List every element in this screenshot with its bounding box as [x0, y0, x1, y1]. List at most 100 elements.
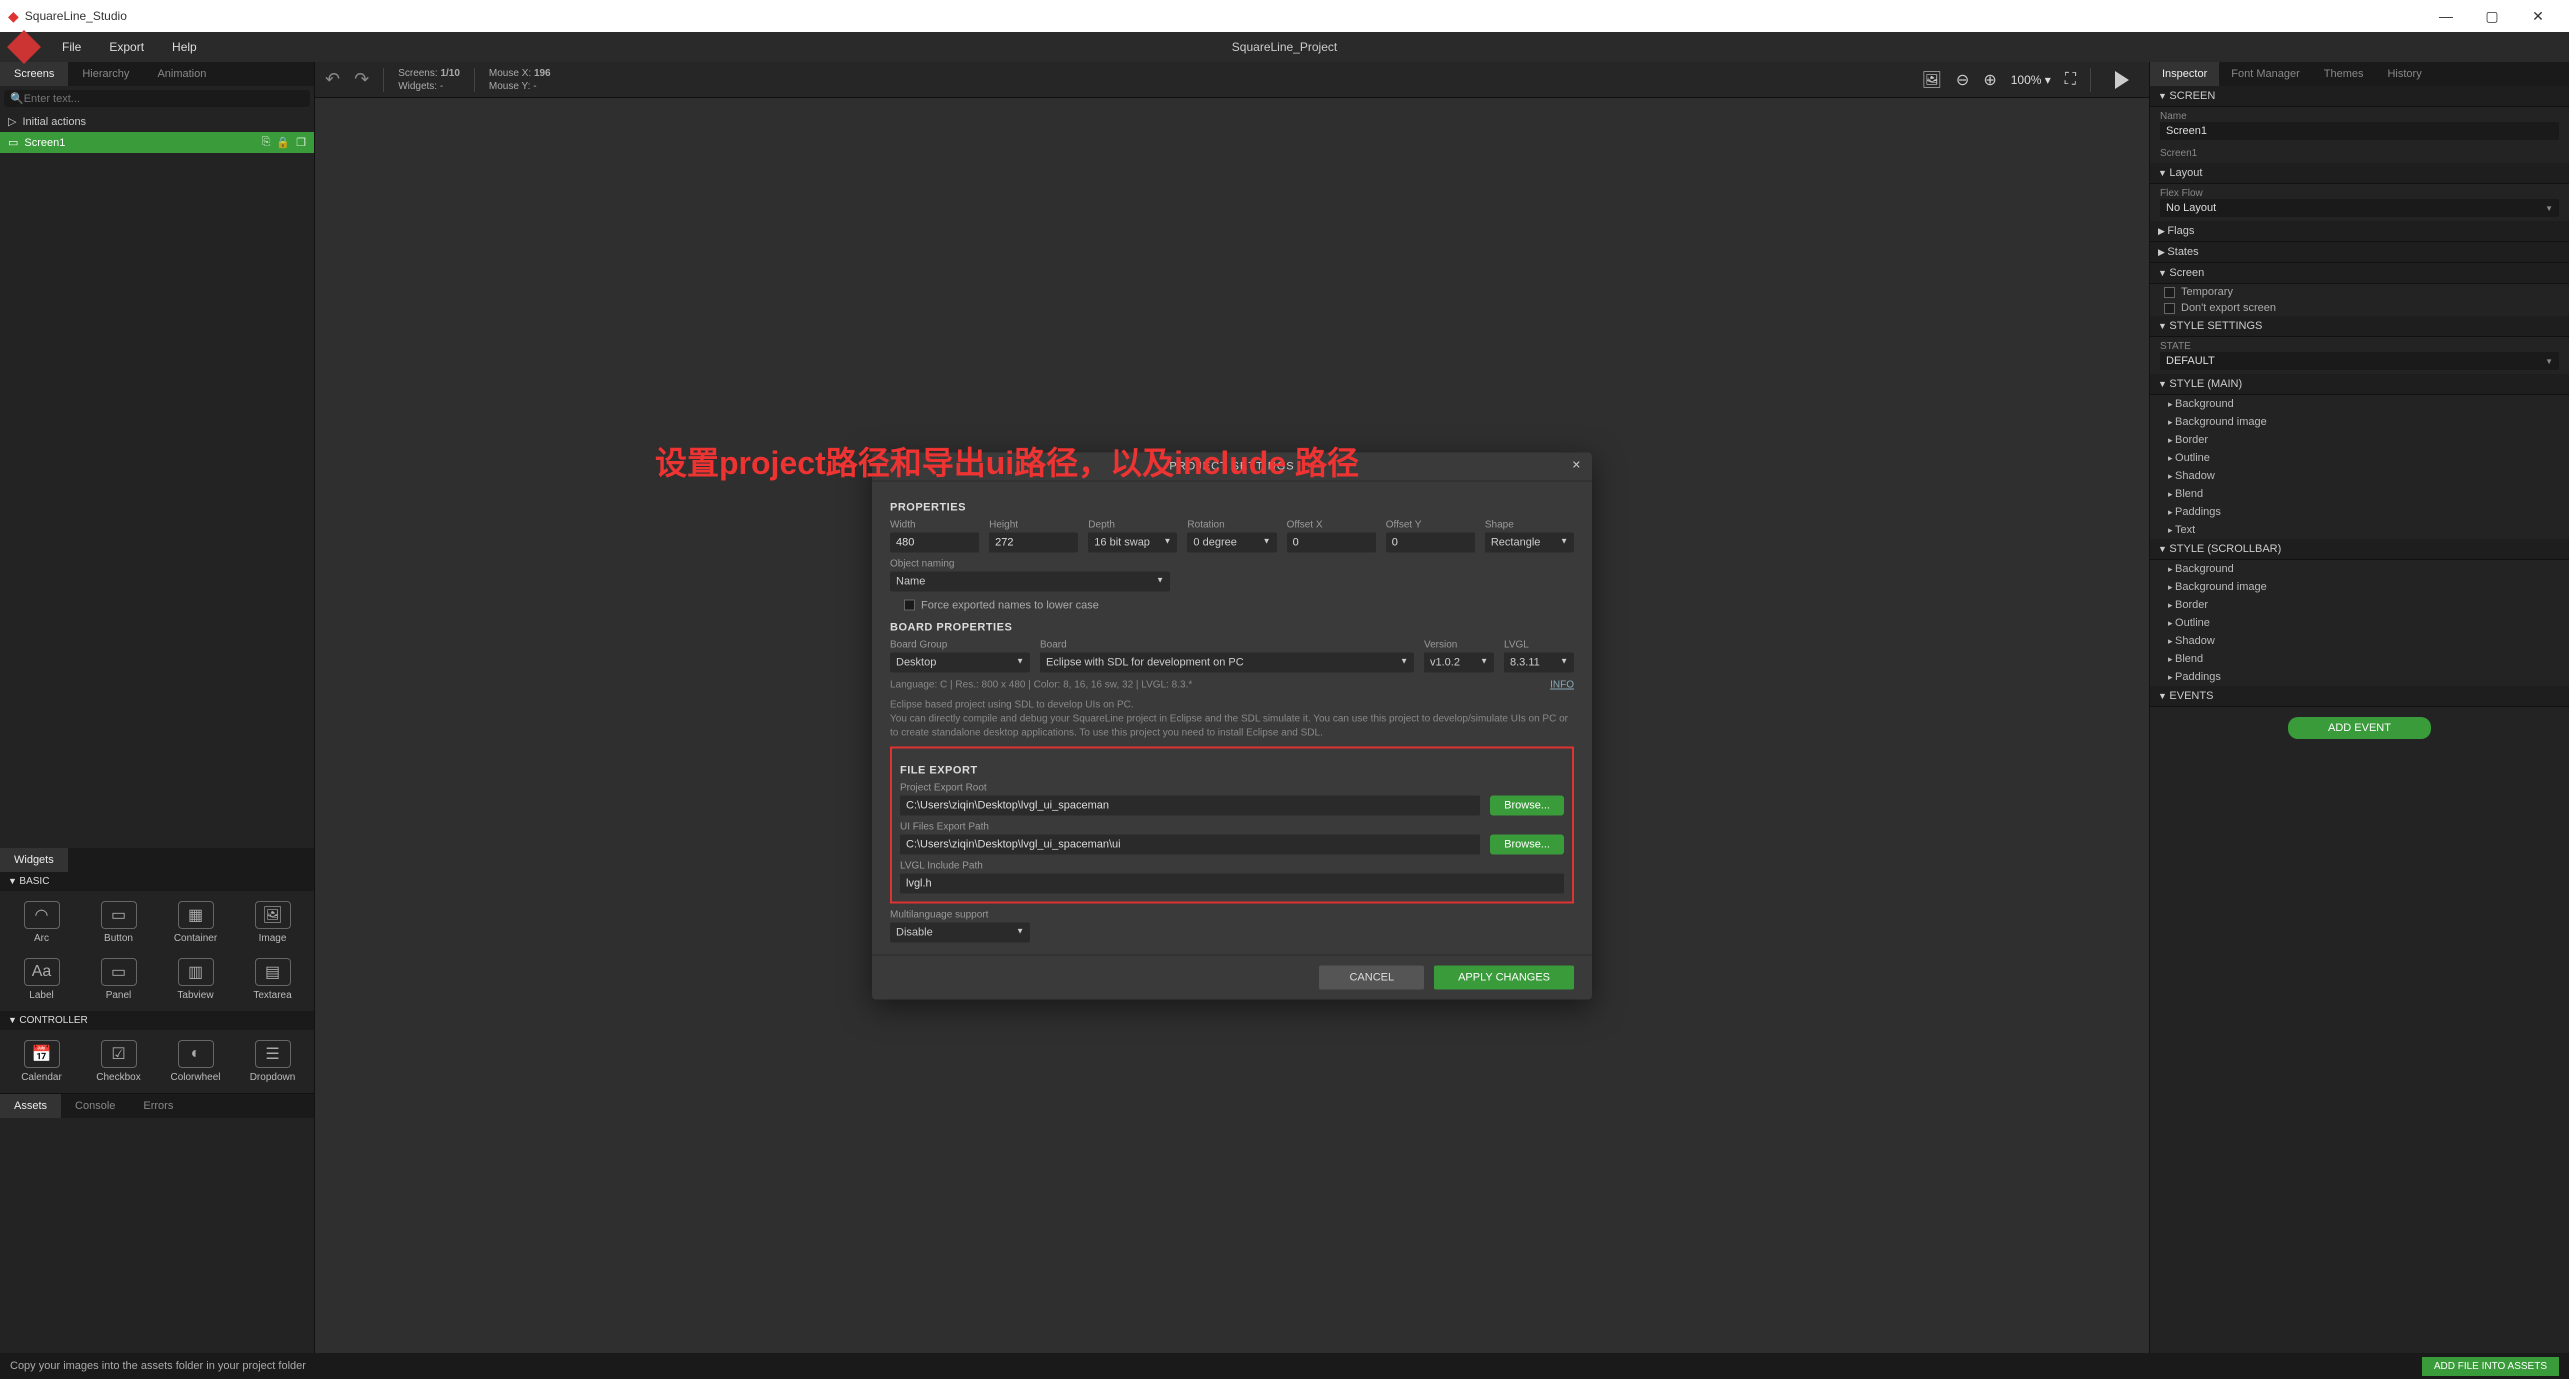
state-dropdown[interactable]: DEFAULT [2160, 352, 2559, 370]
version-dropdown[interactable]: v1.0.2 [1424, 652, 1494, 672]
widget-tabview[interactable]: ▥Tabview [158, 952, 233, 1007]
layout-section[interactable]: Layout [2150, 163, 2569, 184]
style-outline[interactable]: Outline [2150, 449, 2569, 467]
maximize-button[interactable]: ▢ [2469, 8, 2515, 25]
style-background-image[interactable]: Background image [2150, 413, 2569, 431]
tree-screen1[interactable]: ▭ Screen1 ⎘ 🔒 ❐ [0, 132, 314, 153]
include-path-input[interactable] [900, 873, 1564, 893]
events-section[interactable]: EVENTS [2150, 686, 2569, 707]
widget-arc[interactable]: ◠Arc [4, 895, 79, 950]
style-background[interactable]: Background [2150, 560, 2569, 578]
close-button[interactable]: ✕ [2515, 8, 2561, 25]
style-outline[interactable]: Outline [2150, 614, 2569, 632]
tab-inspector[interactable]: Inspector [2150, 62, 2219, 86]
redo-button[interactable]: ↷ [354, 69, 369, 90]
info-link[interactable]: INFO [1550, 678, 1574, 692]
name-input[interactable] [2160, 122, 2559, 140]
modal-close-icon[interactable]: ✕ [1572, 458, 1582, 471]
menu-file[interactable]: File [48, 40, 95, 54]
style-shadow[interactable]: Shadow [2150, 632, 2569, 650]
browse-root-button[interactable]: Browse... [1490, 795, 1564, 815]
multilang-dropdown[interactable]: Disable [890, 922, 1030, 942]
ui-path-input[interactable] [900, 834, 1480, 854]
tab-errors[interactable]: Errors [129, 1094, 187, 1118]
minimize-button[interactable]: — [2423, 8, 2469, 24]
flexflow-dropdown[interactable]: No Layout [2160, 199, 2559, 217]
widget-label[interactable]: AaLabel [4, 952, 79, 1007]
cancel-button[interactable]: CANCEL [1319, 965, 1424, 989]
style-blend[interactable]: Blend [2150, 485, 2569, 503]
boardgroup-dropdown[interactable]: Desktop [890, 652, 1030, 672]
height-input[interactable] [989, 532, 1078, 552]
tab-hierarchy[interactable]: Hierarchy [68, 62, 143, 86]
offsety-input[interactable] [1386, 532, 1475, 552]
offsetx-input[interactable] [1287, 532, 1376, 552]
copy-icon[interactable]: ⎘ [262, 136, 271, 149]
widget-image[interactable]: 🖼Image [235, 895, 310, 950]
lvgl-dropdown[interactable]: 8.3.11 [1504, 652, 1574, 672]
temporary-checkbox[interactable]: Temporary [2150, 284, 2569, 300]
widget-container[interactable]: ▦Container [158, 895, 233, 950]
widgets-basic-header[interactable]: BASIC [0, 872, 314, 891]
noexport-checkbox[interactable]: Don't export screen [2150, 300, 2569, 316]
screen-section[interactable]: SCREEN [2150, 86, 2569, 107]
style-paddings[interactable]: Paddings [2150, 668, 2569, 686]
tab-assets[interactable]: Assets [0, 1094, 61, 1118]
play-button[interactable] [2115, 71, 2129, 89]
widget-colorwheel[interactable]: ◐Colorwheel [158, 1034, 233, 1089]
tab-console[interactable]: Console [61, 1094, 129, 1118]
image-icon[interactable]: 🖼 [1922, 70, 1942, 90]
force-lowercase-checkbox[interactable]: Force exported names to lower case [890, 597, 1574, 613]
width-input[interactable] [890, 532, 979, 552]
style-main-section[interactable]: STYLE (MAIN) [2150, 374, 2569, 395]
browse-ui-button[interactable]: Browse... [1490, 834, 1564, 854]
tab-fontmanager[interactable]: Font Manager [2219, 62, 2311, 86]
flags-section[interactable]: Flags [2150, 221, 2569, 242]
objname-dropdown[interactable]: Name [890, 571, 1170, 591]
rotation-dropdown[interactable]: 0 degree [1187, 532, 1276, 552]
depth-dropdown[interactable]: 16 bit swap [1088, 532, 1177, 552]
project-root-input[interactable] [900, 795, 1480, 815]
zoom-in-icon[interactable]: ⊕ [1983, 70, 1996, 90]
apply-button[interactable]: APPLY CHANGES [1434, 965, 1574, 989]
style-background-image[interactable]: Background image [2150, 578, 2569, 596]
menu-export[interactable]: Export [95, 40, 158, 54]
style-shadow[interactable]: Shadow [2150, 467, 2569, 485]
screen-sub-section[interactable]: Screen [2150, 263, 2569, 284]
menu-help[interactable]: Help [158, 40, 211, 54]
tab-widgets[interactable]: Widgets [0, 848, 68, 872]
widget-dropdown[interactable]: ☰Dropdown [235, 1034, 310, 1089]
board-dropdown[interactable]: Eclipse with SDL for development on PC [1040, 652, 1414, 672]
lock-icon[interactable]: 🔒 [276, 136, 290, 149]
style-blend[interactable]: Blend [2150, 650, 2569, 668]
tab-themes[interactable]: Themes [2312, 62, 2376, 86]
tab-history[interactable]: History [2375, 62, 2433, 86]
zoom-out-icon[interactable]: ⊖ [1956, 70, 1969, 90]
widget-button[interactable]: ▭Button [81, 895, 156, 950]
style-text[interactable]: Text [2150, 521, 2569, 539]
add-asset-button[interactable]: ADD FILE INTO ASSETS [2422, 1357, 2559, 1376]
search-input[interactable] [24, 93, 304, 105]
widget-textarea[interactable]: ▤Textarea [235, 952, 310, 1007]
widget-panel[interactable]: ▭Panel [81, 952, 156, 1007]
tab-screens[interactable]: Screens [0, 62, 68, 86]
search-box[interactable]: 🔍 [4, 90, 310, 107]
add-event-button[interactable]: ADD EVENT [2288, 717, 2431, 739]
duplicate-icon[interactable]: ❐ [296, 136, 306, 149]
shape-dropdown[interactable]: Rectangle [1485, 532, 1574, 552]
tab-animation[interactable]: Animation [143, 62, 220, 86]
widget-calendar[interactable]: 📅Calendar [4, 1034, 79, 1089]
widgets-controller-header[interactable]: CONTROLLER [0, 1011, 314, 1030]
style-border[interactable]: Border [2150, 431, 2569, 449]
style-border[interactable]: Border [2150, 596, 2569, 614]
style-background[interactable]: Background [2150, 395, 2569, 413]
canvas[interactable]: 设置project路径和导出ui路径，以及include 路径 PROJECT … [315, 98, 2149, 1353]
style-paddings[interactable]: Paddings [2150, 503, 2569, 521]
style-settings-section[interactable]: STYLE SETTINGS [2150, 316, 2569, 337]
tree-initial-actions[interactable]: ▷ Initial actions [0, 111, 314, 132]
style-scrollbar-section[interactable]: STYLE (SCROLLBAR) [2150, 539, 2569, 560]
states-section[interactable]: States [2150, 242, 2569, 263]
zoom-level[interactable]: 100% ▾ [2011, 73, 2051, 87]
undo-button[interactable]: ↶ [325, 69, 340, 90]
fullscreen-icon[interactable]: ⛶ [2065, 71, 2076, 89]
